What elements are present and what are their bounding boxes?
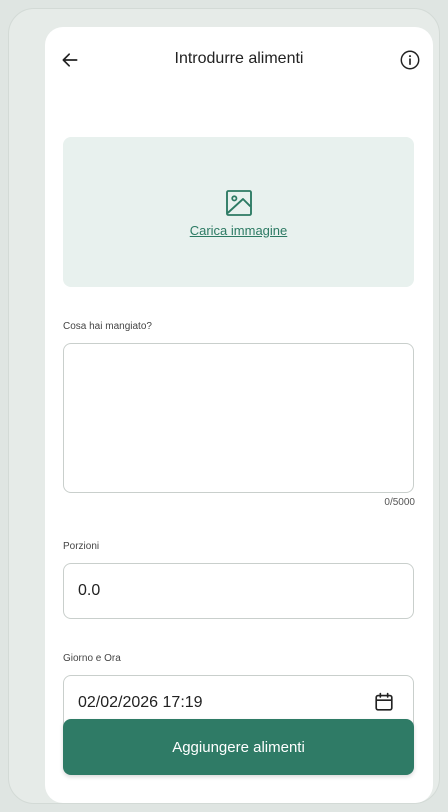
food-field-label: Cosa hai mangiato? — [63, 321, 152, 332]
device-frame: Introdurre alimenti Carica immagine Cosa… — [8, 8, 440, 804]
app-screen: Introdurre alimenti Carica immagine Cosa… — [45, 27, 433, 803]
portions-field-label: Porzioni — [63, 541, 100, 552]
page-title: Introdurre alimenti — [174, 50, 304, 67]
datetime-value: 02/02/2026 17:19 — [78, 694, 203, 711]
food-description-textarea[interactable] — [63, 343, 414, 493]
info-icon — [400, 50, 420, 70]
add-food-button[interactable]: Aggiungere alimenti — [63, 719, 414, 775]
image-upload-area[interactable]: Carica immagine — [63, 137, 414, 287]
calendar-icon[interactable] — [373, 691, 395, 713]
character-counter: 0/5000 — [384, 497, 415, 508]
datetime-field-label: Giorno e Ora — [63, 653, 121, 664]
portions-value: 0.0 — [78, 582, 101, 599]
portions-input[interactable]: 0.0 — [63, 563, 414, 619]
image-icon — [225, 189, 252, 216]
top-app-bar: Introdurre alimenti — [45, 41, 433, 81]
info-button[interactable] — [397, 47, 423, 73]
upload-image-link[interactable]: Carica immagine — [190, 223, 288, 238]
